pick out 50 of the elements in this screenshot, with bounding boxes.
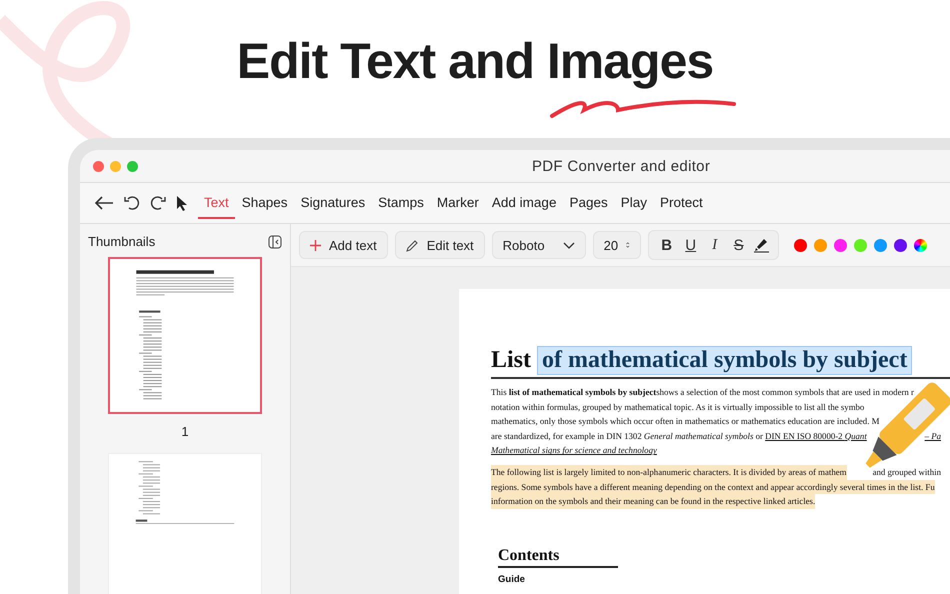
page-thumbnail[interactable] — [108, 257, 262, 414]
color-swatch[interactable] — [794, 238, 807, 252]
toolbar-tab[interactable]: Pages — [563, 187, 614, 219]
contents-heading: Contents — [498, 546, 618, 568]
text-line: are standardized, for example in DIN 1302 General mathematical symbols or DIN EN ISO 80000-2 Quant — [491, 430, 867, 443]
text-fragment: and grouped within — [872, 466, 941, 479]
headline: Edit Text and Images — [236, 32, 714, 90]
document-title: List — [491, 347, 532, 374]
color-swatch[interactable] — [894, 238, 907, 252]
sidebar-title: Thumbnails — [88, 234, 156, 249]
window-title: PDF Converter and editor — [532, 158, 710, 175]
font-size-stepper[interactable]: 20 — [592, 231, 641, 259]
plus-icon — [310, 240, 321, 250]
color-swatch[interactable] — [874, 238, 887, 252]
text-line: notation within formulas, grouped by mathematical topic. As it is virtually impossible to list all the symbo — [491, 400, 864, 414]
bold-button[interactable]: B — [656, 236, 677, 254]
back-arrow-icon[interactable] — [94, 195, 114, 211]
toolbar-tab[interactable]: Marker — [430, 187, 485, 219]
edit-text-button[interactable]: Edit text — [394, 231, 485, 259]
toolbar-tab[interactable]: Protect — [654, 187, 709, 219]
pencil-icon — [406, 238, 419, 252]
collapse-sidebar-icon[interactable] — [268, 234, 282, 248]
color-swatch[interactable] — [834, 238, 847, 252]
zoom-button[interactable] — [127, 160, 138, 172]
selected-title-text[interactable]: of mathematical symbols by subject — [537, 346, 912, 375]
contents-item: Guide — [498, 574, 526, 585]
toolbar-tab[interactable]: Text — [198, 187, 235, 219]
toolbar-tab[interactable]: Add image — [486, 187, 562, 219]
color-picker-button[interactable] — [914, 238, 927, 252]
font-dropdown[interactable]: Roboto — [492, 231, 586, 259]
close-button[interactable] — [93, 160, 104, 172]
text-line: This list of mathematical symbols by subjectshows a selection of the most common symbols that are used in modern r — [491, 386, 914, 399]
chevron-down-icon — [562, 242, 575, 248]
toolbar-tab[interactable]: Signatures — [294, 187, 372, 219]
page-number: 1 — [181, 424, 189, 440]
add-text-button[interactable]: Add text — [299, 231, 388, 259]
text-line: mathematics, only those symbols which occur often in mathematics or mathematics education are included. M — [491, 415, 880, 428]
italic-button[interactable]: I — [704, 236, 725, 254]
toolbar-tab[interactable]: Play — [614, 187, 653, 219]
redo-icon[interactable] — [150, 195, 166, 211]
color-swatch[interactable] — [814, 238, 827, 252]
toolbar-tab[interactable]: Stamps — [372, 187, 430, 219]
highlighter-icon[interactable] — [752, 237, 770, 253]
color-swatch[interactable] — [854, 238, 867, 252]
undo-icon[interactable] — [124, 195, 140, 211]
underline-button[interactable]: U — [680, 236, 701, 254]
strikethrough-button[interactable]: S — [728, 236, 749, 254]
text-fragment: – Pa — [924, 430, 941, 443]
toolbar-tab[interactable]: Shapes — [236, 187, 294, 219]
pointer-icon[interactable] — [176, 195, 188, 211]
